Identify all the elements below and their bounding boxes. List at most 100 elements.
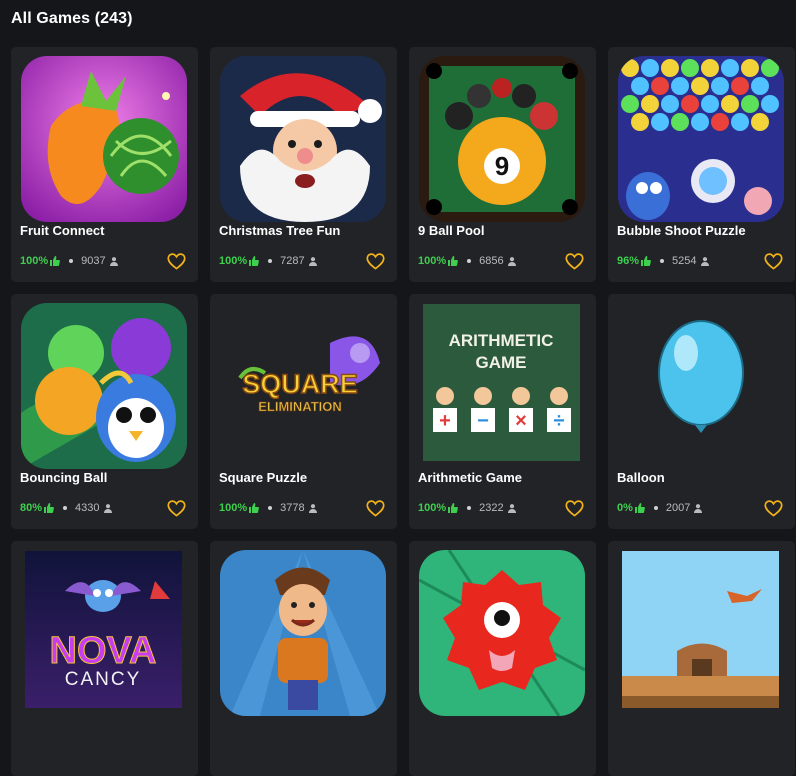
game-stats: 100% 3778	[219, 502, 317, 514]
heart-icon[interactable]	[167, 253, 186, 270]
rating-value: 80%	[20, 502, 43, 514]
rating-value: 100%	[219, 502, 248, 514]
play-count: 2322	[479, 502, 516, 514]
bouncing-ball-artwork	[21, 303, 187, 469]
separator-dot	[660, 259, 665, 263]
game-thumbnail[interactable]	[21, 303, 187, 469]
game-title[interactable]: Balloon	[617, 470, 665, 485]
rating-value: 100%	[418, 502, 447, 514]
play-count: 3778	[280, 502, 317, 514]
desert-flyer-artwork	[622, 551, 779, 708]
game-stats: 80% 4330	[20, 502, 112, 514]
user-icon	[507, 256, 516, 266]
thumbs-up-icon	[634, 503, 645, 513]
heart-icon[interactable]	[167, 500, 186, 517]
games-grid: Fruit Connect 100% 9037 Christmas Tree F…	[11, 47, 795, 776]
game-title[interactable]: Christmas Tree Fun	[219, 223, 340, 238]
separator-dot	[467, 259, 472, 263]
game-card-runner[interactable]	[210, 541, 397, 776]
ball-number: 9	[495, 151, 509, 181]
square-logo-text: SQUARE	[242, 369, 358, 399]
game-title[interactable]: Square Puzzle	[219, 470, 307, 485]
game-card-nova-cancy[interactable]: NOVA CANCY	[11, 541, 198, 776]
heart-icon[interactable]	[366, 253, 385, 270]
thumbs-up-icon	[44, 503, 54, 513]
game-thumbnail[interactable]: 9	[419, 56, 585, 222]
separator-dot	[653, 506, 658, 510]
play-count: 9037	[81, 255, 118, 267]
rating-value: 100%	[219, 255, 248, 267]
rating-value: 100%	[20, 255, 49, 267]
thumbs-up-icon	[448, 256, 459, 266]
thumbs-up-icon	[249, 503, 260, 513]
game-card-bouncing-ball[interactable]: Bouncing Ball 80% 4330	[11, 294, 198, 529]
game-title[interactable]: Fruit Connect	[20, 223, 105, 238]
game-card-red-monster[interactable]	[409, 541, 596, 776]
game-title[interactable]: Bubble Shoot Puzzle	[617, 223, 746, 238]
separator-dot	[268, 506, 273, 510]
rating: 100%	[219, 502, 260, 514]
play-count: 7287	[280, 255, 317, 267]
separator-dot	[467, 506, 472, 510]
user-icon	[700, 256, 709, 266]
game-card-desert-flyer[interactable]	[608, 541, 795, 776]
game-thumbnail[interactable]	[21, 56, 187, 222]
game-title[interactable]: 9 Ball Pool	[418, 223, 484, 238]
game-stats: 100% 2322	[418, 502, 516, 514]
game-title[interactable]: Arithmetic Game	[418, 470, 522, 485]
balloon-artwork	[618, 303, 784, 469]
user-icon	[308, 503, 317, 513]
thumbs-up-icon	[249, 256, 260, 266]
rating-value: 96%	[617, 255, 640, 267]
game-card-9-ball-pool[interactable]: 9 9 Ball Pool 100% 6856	[409, 47, 596, 282]
game-thumbnail[interactable]: NOVA CANCY	[25, 551, 182, 708]
game-thumbnail[interactable]: ARITHMETIC GAME + − × ÷	[423, 304, 580, 461]
game-card-christmas-tree-fun[interactable]: Christmas Tree Fun 100% 7287	[210, 47, 397, 282]
santa-artwork	[220, 56, 386, 222]
user-icon	[103, 503, 112, 513]
play-count-value: 6856	[479, 255, 504, 267]
pool-artwork: 9	[419, 56, 585, 222]
heart-icon[interactable]	[565, 500, 584, 517]
play-count-value: 9037	[81, 255, 106, 267]
heart-icon[interactable]	[764, 500, 783, 517]
play-count-value: 2007	[665, 502, 691, 514]
heart-icon[interactable]	[366, 500, 385, 517]
minus-symbol: −	[477, 410, 489, 432]
game-thumbnail[interactable]	[220, 56, 386, 222]
game-thumbnail[interactable]	[419, 550, 585, 716]
game-thumbnail[interactable]	[622, 551, 779, 708]
rating-value: 100%	[418, 255, 447, 267]
play-count-value: 3778	[280, 502, 305, 514]
game-card-arithmetic-game[interactable]: ARITHMETIC GAME + − × ÷ Arithmetic Game …	[409, 294, 596, 529]
heart-icon[interactable]	[764, 253, 783, 270]
arithmetic-artwork: ARITHMETIC GAME + − × ÷	[423, 304, 580, 461]
game-card-square-puzzle[interactable]: SQUARE ELIMINATION Square Puzzle 100% 37…	[210, 294, 397, 529]
play-count-value: 2322	[479, 502, 504, 514]
times-symbol: ×	[515, 410, 527, 432]
cancy-logo-text: CANCY	[65, 669, 142, 690]
separator-dot	[69, 259, 74, 263]
rating: 100%	[219, 255, 260, 267]
game-stats: 100% 9037	[20, 255, 118, 267]
bubble-shoot-artwork	[618, 56, 784, 222]
runner-artwork	[220, 550, 386, 716]
game-card-balloon[interactable]: Balloon 0% 2007	[608, 294, 795, 529]
game-card-fruit-connect[interactable]: Fruit Connect 100% 9037	[11, 47, 198, 282]
rating: 100%	[20, 255, 61, 267]
game-stats: 100% 7287	[219, 255, 317, 267]
game-thumbnail[interactable]	[618, 56, 784, 222]
arithmetic-line-2: GAME	[476, 353, 527, 372]
game-thumbnail[interactable]: SQUARE ELIMINATION	[220, 303, 386, 469]
rating: 80%	[20, 502, 54, 514]
game-title[interactable]: Bouncing Ball	[20, 470, 107, 485]
game-card-bubble-shoot-puzzle[interactable]: Bubble Shoot Puzzle 96% 5254	[608, 47, 795, 282]
game-stats: 100% 6856	[418, 255, 516, 267]
game-thumbnail[interactable]	[618, 303, 784, 469]
user-icon	[109, 256, 118, 266]
heart-icon[interactable]	[565, 253, 584, 270]
rating: 100%	[418, 502, 459, 514]
separator-dot	[63, 506, 68, 510]
elimination-logo-text: ELIMINATION	[258, 399, 342, 414]
game-thumbnail[interactable]	[220, 550, 386, 716]
